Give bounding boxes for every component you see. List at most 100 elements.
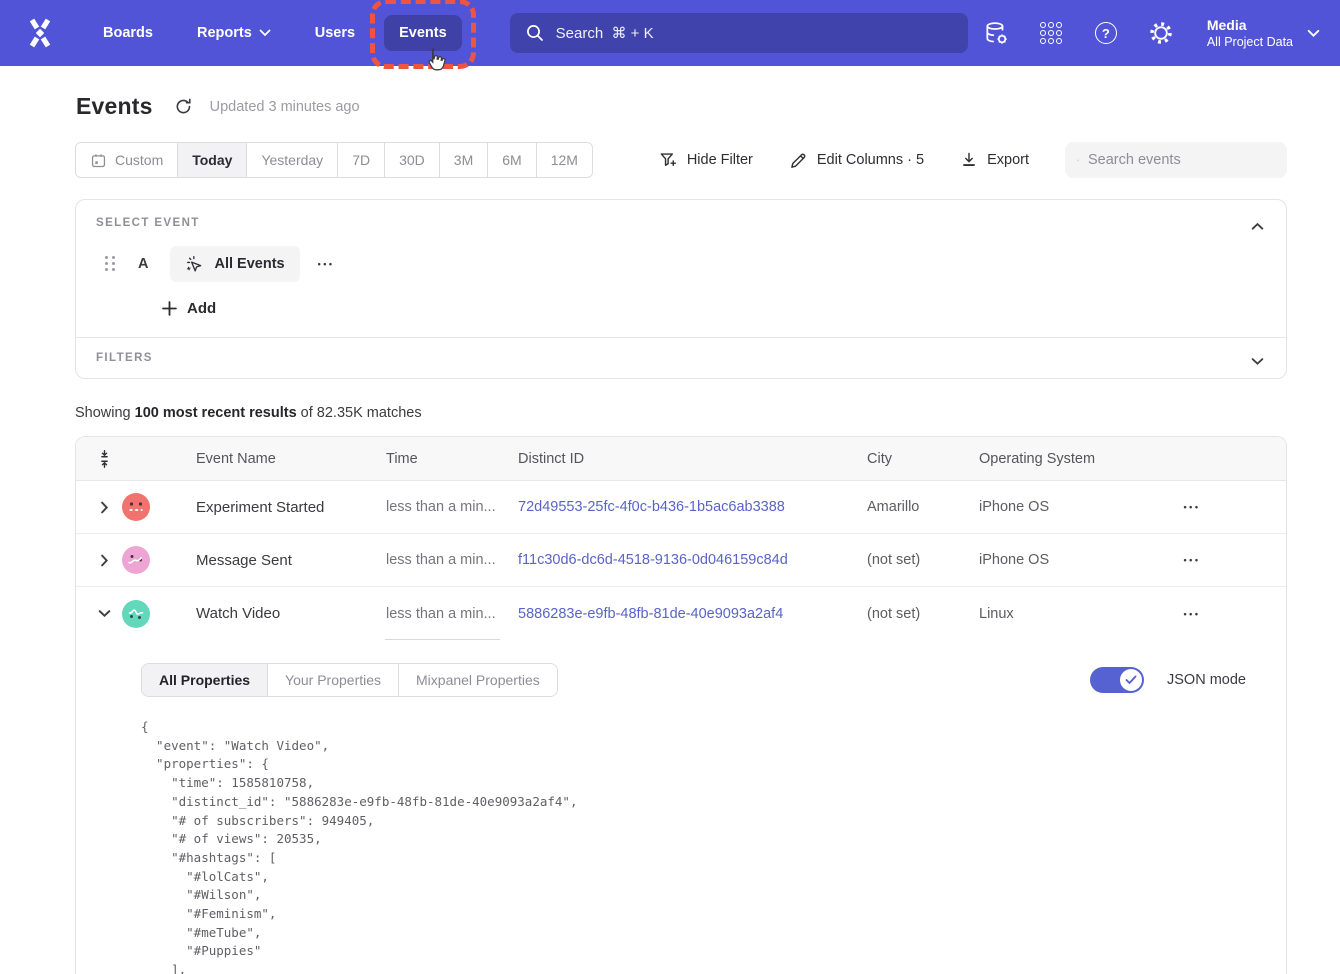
expand-row-icon[interactable] xyxy=(76,554,122,567)
date-range-control: Custom Today Yesterday 7D 30D 3M 6M 12M xyxy=(75,142,593,178)
time-cell: less than a min... xyxy=(368,606,500,622)
export-label: Export xyxy=(987,152,1029,168)
date-range-30d[interactable]: 30D xyxy=(385,143,440,177)
tab-your-properties[interactable]: Your Properties xyxy=(268,664,399,696)
apps-grid-icon[interactable] xyxy=(1038,20,1064,46)
detail-header: All Properties Your Properties Mixpanel … xyxy=(141,663,1266,697)
refresh-icon[interactable] xyxy=(174,97,193,116)
tab-mixpanel-properties[interactable]: Mixpanel Properties xyxy=(399,664,557,696)
add-event-button[interactable]: Add xyxy=(162,300,1266,317)
results-highlight: 100 most recent results xyxy=(135,405,297,421)
distinct-id-link[interactable]: f11c30d6-dc6d-4518-9136-0d046159c84d xyxy=(500,552,849,568)
event-avatar xyxy=(122,546,150,574)
drag-handle[interactable] xyxy=(105,256,116,272)
results-suffix: of 82.35K matches xyxy=(297,405,422,421)
event-name-cell[interactable]: Message Sent xyxy=(178,552,368,569)
sort-rows-icon[interactable] xyxy=(76,449,122,469)
events-table: Event Name Time Distinct ID City Operati… xyxy=(75,436,1287,974)
event-selector-button[interactable]: All Events xyxy=(170,246,299,282)
search-icon xyxy=(526,24,544,42)
add-label: Add xyxy=(187,300,216,317)
controls-row: Custom Today Yesterday 7D 30D 3M 6M 12M … xyxy=(75,142,1287,178)
column-header-distinct-id[interactable]: Distinct ID xyxy=(500,451,849,467)
date-range-today[interactable]: Today xyxy=(178,143,247,177)
os-cell: Linux xyxy=(961,606,1098,622)
distinct-id-link[interactable]: 5886283e-e9fb-48fb-81de-40e9093a2af4 xyxy=(500,606,849,622)
nav-utilities: ? Media All Project Data xyxy=(983,16,1320,50)
column-header-time[interactable]: Time xyxy=(368,451,500,467)
collapse-section-icon[interactable] xyxy=(1247,214,1268,240)
global-search[interactable] xyxy=(510,13,968,53)
events-page: Events Updated 3 minutes ago Custom xyxy=(0,66,1287,974)
search-icon xyxy=(1077,152,1079,169)
event-name-cell[interactable]: Watch Video xyxy=(178,605,368,622)
date-range-3m[interactable]: 3M xyxy=(440,143,488,177)
select-event-label: SELECT EVENT xyxy=(96,217,1266,229)
edit-columns-label: Edit Columns · 5 xyxy=(817,152,924,168)
event-clause-more-button[interactable]: ••• xyxy=(318,259,335,269)
column-header-os[interactable]: Operating System xyxy=(961,451,1098,467)
funnel-plus-icon xyxy=(659,151,678,170)
primary-nav: Boards Reports Users Events xyxy=(88,15,462,51)
expand-filters-icon[interactable] xyxy=(1247,349,1268,375)
table-row: Message Sent less than a min... f11c30d6… xyxy=(76,534,1286,587)
global-search-input[interactable] xyxy=(556,25,952,42)
query-builder-card: SELECT EVENT A All Events xyxy=(75,199,1287,379)
results-prefix: Showing xyxy=(75,405,135,421)
nav-reports-label: Reports xyxy=(197,25,252,41)
json-mode-control: JSON mode xyxy=(1090,667,1266,693)
search-events-input[interactable] xyxy=(1088,152,1275,168)
toggle-knob xyxy=(1120,669,1142,691)
edit-columns-button[interactable]: Edit Columns · 5 xyxy=(789,151,924,170)
os-cell: iPhone OS xyxy=(961,552,1098,568)
json-mode-label: JSON mode xyxy=(1167,672,1246,688)
export-button[interactable]: Export xyxy=(960,151,1029,169)
table-toolbar: Hide Filter Edit Columns · 5 Export xyxy=(659,142,1287,178)
row-actions-button[interactable]: ••• xyxy=(1098,555,1286,565)
row-actions-button[interactable]: ••• xyxy=(1098,502,1286,512)
properties-tabs: All Properties Your Properties Mixpanel … xyxy=(141,663,558,697)
top-navigation: Boards Reports Users Events xyxy=(0,0,1340,66)
expand-row-icon[interactable] xyxy=(76,501,122,514)
date-range-12m[interactable]: 12M xyxy=(537,143,592,177)
data-management-icon[interactable] xyxy=(983,20,1009,46)
settings-gear-icon[interactable] xyxy=(1148,20,1174,46)
clause-letter: A xyxy=(138,256,148,272)
nav-events-wrapper: Events xyxy=(384,15,462,51)
time-cell: less than a min... xyxy=(368,499,500,515)
nav-item-events[interactable]: Events xyxy=(384,15,462,51)
event-avatar xyxy=(122,600,150,628)
hide-filter-button[interactable]: Hide Filter xyxy=(659,151,753,170)
project-scope: All Project Data xyxy=(1207,34,1293,50)
help-icon[interactable]: ? xyxy=(1093,20,1119,46)
nav-item-reports[interactable]: Reports xyxy=(182,15,286,51)
last-updated-text: Updated 3 minutes ago xyxy=(210,99,360,115)
event-clause-row: A All Events ••• xyxy=(96,246,1266,282)
search-events-box[interactable] xyxy=(1065,142,1287,178)
calendar-icon xyxy=(90,152,107,169)
chevron-down-icon xyxy=(259,29,271,37)
tab-all-properties[interactable]: All Properties xyxy=(142,664,268,696)
page-title: Events xyxy=(76,93,153,120)
event-name-cell[interactable]: Experiment Started xyxy=(178,499,368,516)
column-header-city[interactable]: City xyxy=(849,451,961,467)
mixpanel-logo-icon[interactable] xyxy=(22,15,58,51)
table-header-row: Event Name Time Distinct ID City Operati… xyxy=(76,437,1286,481)
row-actions-button[interactable]: ••• xyxy=(1098,609,1286,619)
city-cell: (not set) xyxy=(849,606,961,622)
column-divider xyxy=(385,639,500,640)
pencil-icon xyxy=(789,151,808,170)
date-range-yesterday[interactable]: Yesterday xyxy=(247,143,338,177)
date-range-7d[interactable]: 7D xyxy=(338,143,385,177)
collapse-row-icon[interactable] xyxy=(76,609,122,618)
nav-item-users[interactable]: Users xyxy=(300,15,370,51)
json-mode-toggle[interactable] xyxy=(1090,667,1144,693)
table-row-expanded: Watch Video less than a min... 5886283e-… xyxy=(76,587,1286,640)
distinct-id-link[interactable]: 72d49553-25fc-4f0c-b436-1b5ac6ab3388 xyxy=(500,499,849,515)
nav-item-boards[interactable]: Boards xyxy=(88,15,168,51)
column-header-event-name[interactable]: Event Name xyxy=(178,451,368,467)
date-range-custom[interactable]: Custom xyxy=(76,143,178,177)
hide-filter-label: Hide Filter xyxy=(687,152,753,168)
project-switcher[interactable]: Media All Project Data xyxy=(1207,16,1320,50)
date-range-6m[interactable]: 6M xyxy=(488,143,536,177)
